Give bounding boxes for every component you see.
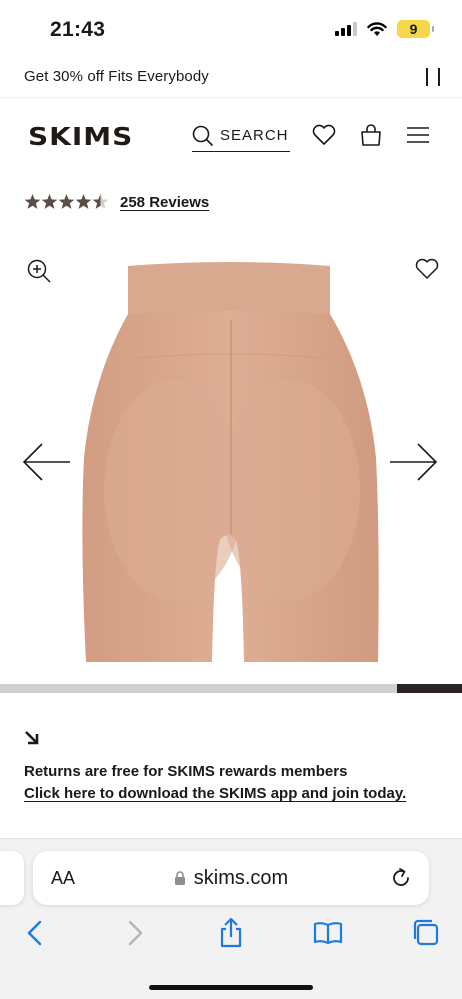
forward-chevron-icon[interactable] [118, 917, 150, 949]
promo-banner[interactable]: Get 30% off Fits Everybody [0, 56, 462, 98]
menu-icon[interactable] [405, 122, 431, 148]
gallery-progress-indicator [397, 684, 462, 693]
lock-icon [174, 871, 185, 885]
previous-tab-preview[interactable] [0, 851, 24, 905]
wishlist-heart-icon[interactable] [311, 122, 337, 148]
favorite-heart-icon[interactable] [414, 256, 440, 282]
next-image-arrow-icon[interactable] [388, 442, 438, 482]
battery-icon: 9 [397, 20, 434, 38]
status-bar: 21:43 9 [0, 0, 462, 56]
domain-text: skims.com [193, 867, 289, 889]
search-label: SEARCH [220, 127, 289, 144]
status-time: 21:43 [50, 18, 106, 41]
search-button[interactable]: SEARCH [192, 120, 290, 152]
search-icon [192, 125, 214, 146]
arrow-down-right-icon [25, 731, 39, 745]
reviews-link[interactable]: 258 Reviews [120, 194, 209, 211]
brand-logo[interactable]: SKIMS [28, 122, 133, 152]
share-icon[interactable] [215, 917, 247, 949]
wifi-icon [367, 21, 387, 36]
address-bar[interactable]: AA skims.com [33, 851, 429, 905]
reload-icon[interactable] [389, 866, 413, 890]
reviews-summary: 258 Reviews [24, 193, 209, 211]
returns-notice: Returns are free for SKIMS rewards membe… [24, 730, 444, 805]
returns-text: Returns are free for SKIMS rewards membe… [24, 763, 348, 780]
cellular-signal-icon [335, 22, 357, 36]
site-header: SKIMS SEARCH [0, 110, 462, 164]
product-image [82, 262, 379, 662]
star-rating [24, 193, 110, 211]
status-icons: 9 [335, 20, 434, 38]
browser-toolbar [0, 917, 462, 957]
previous-image-arrow-icon[interactable] [22, 442, 72, 482]
browser-chrome: AA skims.com [0, 838, 462, 999]
pause-icon[interactable] [426, 68, 440, 86]
promo-text[interactable]: Get 30% off Fits Everybody [24, 68, 209, 85]
back-chevron-icon[interactable] [20, 917, 52, 949]
bookmarks-icon[interactable] [312, 917, 344, 949]
product-gallery[interactable] [0, 240, 462, 680]
gallery-progress-bar [0, 684, 462, 693]
download-app-link[interactable]: Click here to download the SKIMS app and… [24, 783, 444, 805]
home-indicator[interactable] [149, 985, 313, 990]
shopping-bag-icon[interactable] [358, 122, 384, 148]
zoom-in-icon[interactable] [26, 258, 52, 284]
url-display[interactable]: skims.com [33, 867, 429, 890]
star-rating-icon [24, 194, 109, 209]
tabs-icon[interactable] [410, 917, 442, 949]
